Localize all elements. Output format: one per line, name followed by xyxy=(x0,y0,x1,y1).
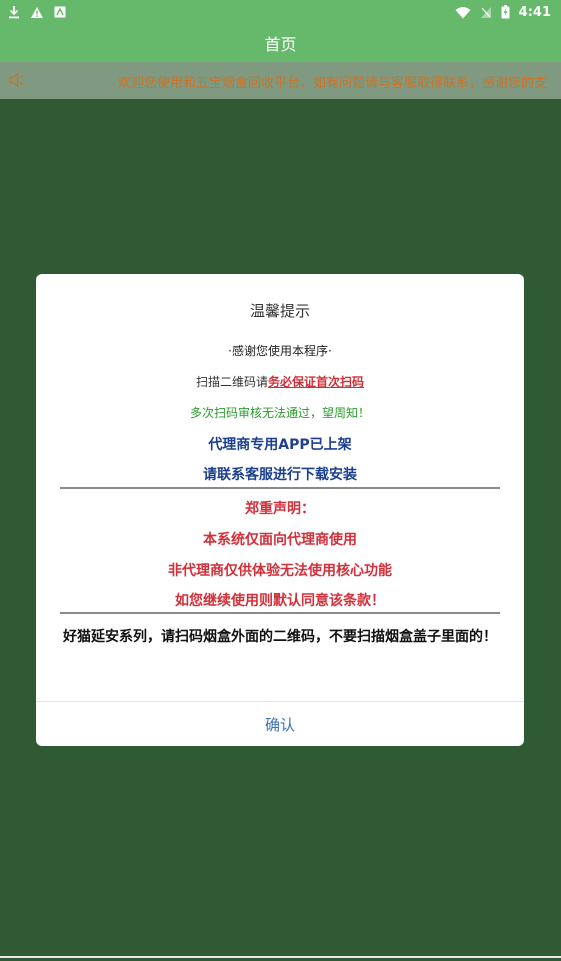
agent-app-notice: 代理商专用APP已上架 xyxy=(208,437,352,453)
app-notification-icon xyxy=(54,6,66,18)
multi-scan-notice: 多次扫码审核无法通过，望周知！ xyxy=(189,406,370,420)
app-bar: 首页 xyxy=(0,24,561,62)
declaration-title: 郑重声明： xyxy=(245,501,315,517)
thanks-text: ·感谢您使用本程序· xyxy=(228,344,332,358)
warning-icon xyxy=(30,6,44,19)
page-title: 首页 xyxy=(264,35,297,54)
status-time: 4:41 xyxy=(518,4,551,20)
contact-service-notice: 请联系客服进行下载安装 xyxy=(203,467,357,483)
scan-instruction: 扫描二维码请务必保证首次扫码 xyxy=(36,373,524,390)
bottom-edge xyxy=(0,956,561,958)
notice-bar[interactable]: 欢迎您使用和五宝烟盒回收平台，如有问题请与客服取得联系，感谢您的支 xyxy=(0,62,561,99)
no-signal-icon xyxy=(480,6,492,19)
status-right-icons: 4:41 xyxy=(455,5,551,20)
divider xyxy=(60,612,500,614)
speaker-icon xyxy=(8,72,26,92)
tips-dialog: 温馨提示 ·感谢您使用本程序· 扫描二维码请务必保证首次扫码 多次扫码审核无法通… xyxy=(36,274,524,746)
scan-note: 好猫延安系列，请扫码烟盒外面的二维码，不要扫描烟盒盖子里面的！ xyxy=(63,629,497,645)
status-bar: 4:41 xyxy=(0,0,561,24)
download-icon xyxy=(8,5,20,19)
divider xyxy=(60,487,500,489)
declaration-line-1: 本系统仅面向代理商使用 xyxy=(203,532,357,548)
notice-marquee-text: 欢迎您使用和五宝烟盒回收平台，如有问题请与客服取得联系，感谢您的支 xyxy=(118,76,548,91)
confirm-button[interactable]: 确认 xyxy=(36,702,524,746)
dialog-title: 温馨提示 xyxy=(249,302,310,320)
status-left-icons xyxy=(8,5,66,19)
scan-warning-text: 务必保证首次扫码 xyxy=(268,375,365,389)
wifi-icon xyxy=(455,6,471,19)
scan-prefix-text: 扫描二维码请 xyxy=(195,375,268,389)
declaration-line-2: 非代理商仅供体验无法使用核心功能 xyxy=(168,563,392,579)
declaration-line-3: 如您继续使用则默认同意该条款！ xyxy=(175,593,385,609)
battery-icon xyxy=(501,5,510,19)
